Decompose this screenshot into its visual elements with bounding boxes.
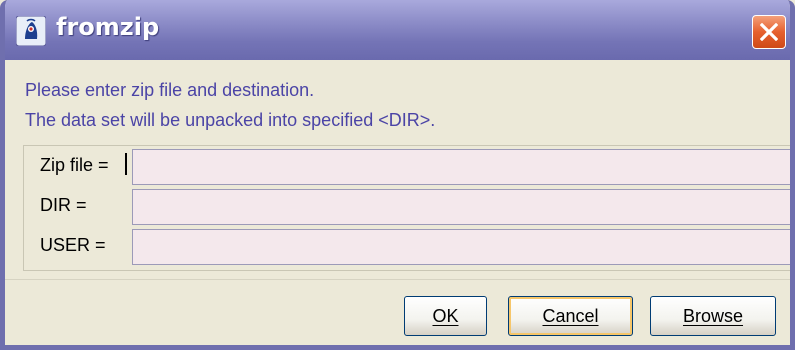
user-input[interactable]	[132, 229, 790, 265]
dir-input[interactable]	[132, 189, 790, 225]
close-icon	[760, 23, 778, 41]
ok-button[interactable]: OK	[404, 296, 487, 336]
form-panel: Zip file = DIR = USER =	[23, 145, 790, 271]
fromzip-dialog: fromzip Please enter zip file and destin…	[0, 0, 795, 350]
zip-file-label: Zip file =	[40, 155, 109, 175]
cancel-button[interactable]: Cancel	[508, 296, 633, 336]
dir-label: DIR =	[40, 195, 87, 215]
window-title: fromzip	[56, 13, 160, 41]
button-bar: OK Cancel Browse	[5, 279, 790, 345]
title-bar[interactable]: fromzip	[5, 0, 790, 60]
browse-button[interactable]: Browse	[650, 296, 776, 336]
zip-file-input[interactable]	[132, 149, 790, 185]
unpack-note-text: The data set will be unpacked into speci…	[25, 110, 436, 130]
instruction-text: Please enter zip file and destination.	[25, 80, 315, 100]
user-label: USER =	[40, 235, 106, 255]
java-duke-icon	[16, 16, 46, 46]
close-button[interactable]	[752, 15, 786, 49]
text-caret	[125, 153, 127, 175]
